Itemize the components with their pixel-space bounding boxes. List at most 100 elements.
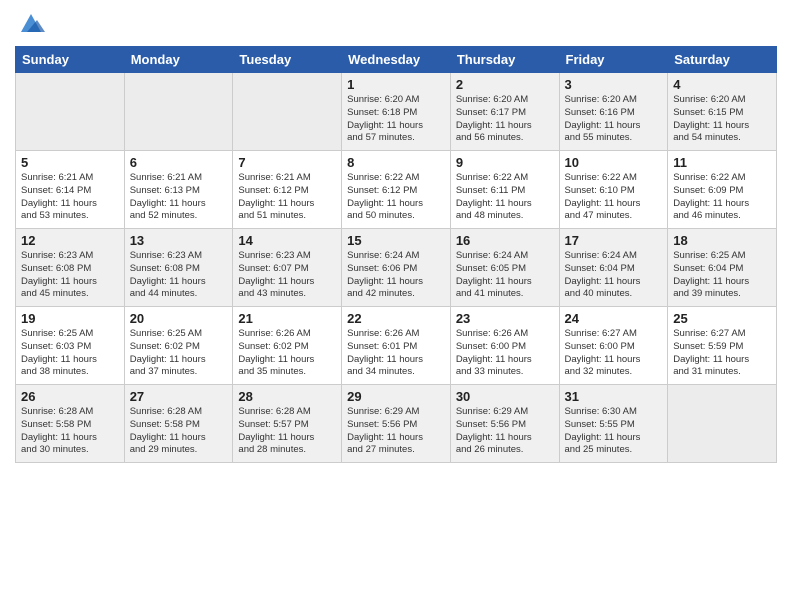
day-number: 20 (130, 311, 228, 326)
day-info: Sunrise: 6:29 AM Sunset: 5:56 PM Dayligh… (456, 406, 554, 457)
day-number: 14 (238, 233, 336, 248)
day-info: Sunrise: 6:21 AM Sunset: 6:14 PM Dayligh… (21, 172, 119, 223)
calendar-table: SundayMondayTuesdayWednesdayThursdayFrid… (15, 46, 777, 463)
calendar-day-cell (668, 385, 777, 463)
day-number: 13 (130, 233, 228, 248)
day-info: Sunrise: 6:20 AM Sunset: 6:16 PM Dayligh… (565, 94, 663, 145)
calendar-day-cell: 1 Sunrise: 6:20 AM Sunset: 6:18 PM Daylig… (342, 73, 451, 151)
calendar-day-cell: 24 Sunrise: 6:27 AM Sunset: 6:00 PM Dayli… (559, 307, 668, 385)
calendar-day-cell: 2 Sunrise: 6:20 AM Sunset: 6:17 PM Daylig… (450, 73, 559, 151)
day-info: Sunrise: 6:30 AM Sunset: 5:55 PM Dayligh… (565, 406, 663, 457)
calendar-week-row: 19 Sunrise: 6:25 AM Sunset: 6:03 PM Dayli… (16, 307, 777, 385)
weekday-header-wednesday: Wednesday (342, 47, 451, 73)
day-info: Sunrise: 6:22 AM Sunset: 6:09 PM Dayligh… (673, 172, 771, 223)
calendar-day-cell: 7Sunrise: 6:21 AM Sunset: 6:12 PM Daylig… (233, 151, 342, 229)
day-info: Sunrise: 6:22 AM Sunset: 6:10 PM Dayligh… (565, 172, 663, 223)
day-info: Sunrise: 6:25 AM Sunset: 6:03 PM Dayligh… (21, 328, 119, 379)
day-info: Sunrise: 6:23 AM Sunset: 6:08 PM Dayligh… (130, 250, 228, 301)
day-info: Sunrise: 6:27 AM Sunset: 5:59 PM Dayligh… (673, 328, 771, 379)
calendar-week-row: 1 Sunrise: 6:20 AM Sunset: 6:18 PM Daylig… (16, 73, 777, 151)
day-number: 15 (347, 233, 445, 248)
calendar-day-cell: 25 Sunrise: 6:27 AM Sunset: 5:59 PM Dayli… (668, 307, 777, 385)
calendar-day-cell: 11 Sunrise: 6:22 AM Sunset: 6:09 PM Dayli… (668, 151, 777, 229)
day-number: 25 (673, 311, 771, 326)
day-info: Sunrise: 6:25 AM Sunset: 6:04 PM Dayligh… (673, 250, 771, 301)
day-info: Sunrise: 6:20 AM Sunset: 6:17 PM Dayligh… (456, 94, 554, 145)
logo-icon (17, 10, 45, 38)
day-number: 6 (130, 155, 228, 170)
day-info: Sunrise: 6:24 AM Sunset: 6:05 PM Dayligh… (456, 250, 554, 301)
weekday-header-friday: Friday (559, 47, 668, 73)
calendar-day-cell: 15 Sunrise: 6:24 AM Sunset: 6:06 PM Dayli… (342, 229, 451, 307)
calendar-day-cell: 28 Sunrise: 6:28 AM Sunset: 5:57 PM Dayli… (233, 385, 342, 463)
day-number: 9 (456, 155, 554, 170)
calendar-day-cell: 16 Sunrise: 6:24 AM Sunset: 6:05 PM Dayli… (450, 229, 559, 307)
day-info: Sunrise: 6:21 AM Sunset: 6:12 PM Dayligh… (238, 172, 336, 223)
day-number: 23 (456, 311, 554, 326)
day-number: 31 (565, 389, 663, 404)
day-number: 29 (347, 389, 445, 404)
day-info: Sunrise: 6:25 AM Sunset: 6:02 PM Dayligh… (130, 328, 228, 379)
day-info: Sunrise: 6:24 AM Sunset: 6:06 PM Dayligh… (347, 250, 445, 301)
calendar-day-cell: 13 Sunrise: 6:23 AM Sunset: 6:08 PM Dayli… (124, 229, 233, 307)
calendar-day-cell: 31 Sunrise: 6:30 AM Sunset: 5:55 PM Dayli… (559, 385, 668, 463)
calendar-day-cell: 21Sunrise: 6:26 AM Sunset: 6:02 PM Dayli… (233, 307, 342, 385)
day-info: Sunrise: 6:20 AM Sunset: 6:18 PM Dayligh… (347, 94, 445, 145)
calendar-day-cell: 5 Sunrise: 6:21 AM Sunset: 6:14 PM Daylig… (16, 151, 125, 229)
day-info: Sunrise: 6:23 AM Sunset: 6:08 PM Dayligh… (21, 250, 119, 301)
calendar-day-cell (233, 73, 342, 151)
day-info: Sunrise: 6:22 AM Sunset: 6:11 PM Dayligh… (456, 172, 554, 223)
calendar-day-cell: 22Sunrise: 6:26 AM Sunset: 6:01 PM Dayli… (342, 307, 451, 385)
weekday-header-row: SundayMondayTuesdayWednesdayThursdayFrid… (16, 47, 777, 73)
day-number: 30 (456, 389, 554, 404)
day-info: Sunrise: 6:29 AM Sunset: 5:56 PM Dayligh… (347, 406, 445, 457)
calendar-day-cell: 18Sunrise: 6:25 AM Sunset: 6:04 PM Dayli… (668, 229, 777, 307)
day-number: 11 (673, 155, 771, 170)
day-info: Sunrise: 6:23 AM Sunset: 6:07 PM Dayligh… (238, 250, 336, 301)
calendar-week-row: 26Sunrise: 6:28 AM Sunset: 5:58 PM Dayli… (16, 385, 777, 463)
calendar-day-cell: 14 Sunrise: 6:23 AM Sunset: 6:07 PM Dayli… (233, 229, 342, 307)
calendar-day-cell (16, 73, 125, 151)
calendar-day-cell: 12 Sunrise: 6:23 AM Sunset: 6:08 PM Dayli… (16, 229, 125, 307)
calendar-day-cell (124, 73, 233, 151)
weekday-header-sunday: Sunday (16, 47, 125, 73)
calendar-day-cell: 27Sunrise: 6:28 AM Sunset: 5:58 PM Dayli… (124, 385, 233, 463)
day-number: 1 (347, 77, 445, 92)
day-info: Sunrise: 6:26 AM Sunset: 6:02 PM Dayligh… (238, 328, 336, 379)
calendar-day-cell: 20 Sunrise: 6:25 AM Sunset: 6:02 PM Dayli… (124, 307, 233, 385)
day-info: Sunrise: 6:24 AM Sunset: 6:04 PM Dayligh… (565, 250, 663, 301)
day-number: 3 (565, 77, 663, 92)
day-number: 28 (238, 389, 336, 404)
day-number: 19 (21, 311, 119, 326)
day-number: 8 (347, 155, 445, 170)
day-number: 16 (456, 233, 554, 248)
day-info: Sunrise: 6:26 AM Sunset: 6:00 PM Dayligh… (456, 328, 554, 379)
calendar-day-cell: 9 Sunrise: 6:22 AM Sunset: 6:11 PM Daylig… (450, 151, 559, 229)
weekday-header-thursday: Thursday (450, 47, 559, 73)
calendar-day-cell: 4 Sunrise: 6:20 AM Sunset: 6:15 PM Daylig… (668, 73, 777, 151)
calendar-day-cell: 8 Sunrise: 6:22 AM Sunset: 6:12 PM Daylig… (342, 151, 451, 229)
day-number: 12 (21, 233, 119, 248)
calendar-day-cell: 23 Sunrise: 6:26 AM Sunset: 6:00 PM Dayli… (450, 307, 559, 385)
calendar-day-cell: 3 Sunrise: 6:20 AM Sunset: 6:16 PM Daylig… (559, 73, 668, 151)
day-info: Sunrise: 6:22 AM Sunset: 6:12 PM Dayligh… (347, 172, 445, 223)
page: SundayMondayTuesdayWednesdayThursdayFrid… (0, 0, 792, 612)
day-number: 4 (673, 77, 771, 92)
day-number: 24 (565, 311, 663, 326)
calendar-week-row: 5 Sunrise: 6:21 AM Sunset: 6:14 PM Daylig… (16, 151, 777, 229)
day-info: Sunrise: 6:26 AM Sunset: 6:01 PM Dayligh… (347, 328, 445, 379)
day-number: 17 (565, 233, 663, 248)
day-info: Sunrise: 6:21 AM Sunset: 6:13 PM Dayligh… (130, 172, 228, 223)
logo (15, 10, 45, 38)
day-info: Sunrise: 6:28 AM Sunset: 5:58 PM Dayligh… (130, 406, 228, 457)
day-info: Sunrise: 6:20 AM Sunset: 6:15 PM Dayligh… (673, 94, 771, 145)
calendar-day-cell: 26Sunrise: 6:28 AM Sunset: 5:58 PM Dayli… (16, 385, 125, 463)
day-info: Sunrise: 6:28 AM Sunset: 5:57 PM Dayligh… (238, 406, 336, 457)
day-number: 2 (456, 77, 554, 92)
day-info: Sunrise: 6:28 AM Sunset: 5:58 PM Dayligh… (21, 406, 119, 457)
day-number: 5 (21, 155, 119, 170)
calendar-week-row: 12 Sunrise: 6:23 AM Sunset: 6:08 PM Dayli… (16, 229, 777, 307)
weekday-header-saturday: Saturday (668, 47, 777, 73)
day-info: Sunrise: 6:27 AM Sunset: 6:00 PM Dayligh… (565, 328, 663, 379)
calendar-day-cell: 17 Sunrise: 6:24 AM Sunset: 6:04 PM Dayli… (559, 229, 668, 307)
